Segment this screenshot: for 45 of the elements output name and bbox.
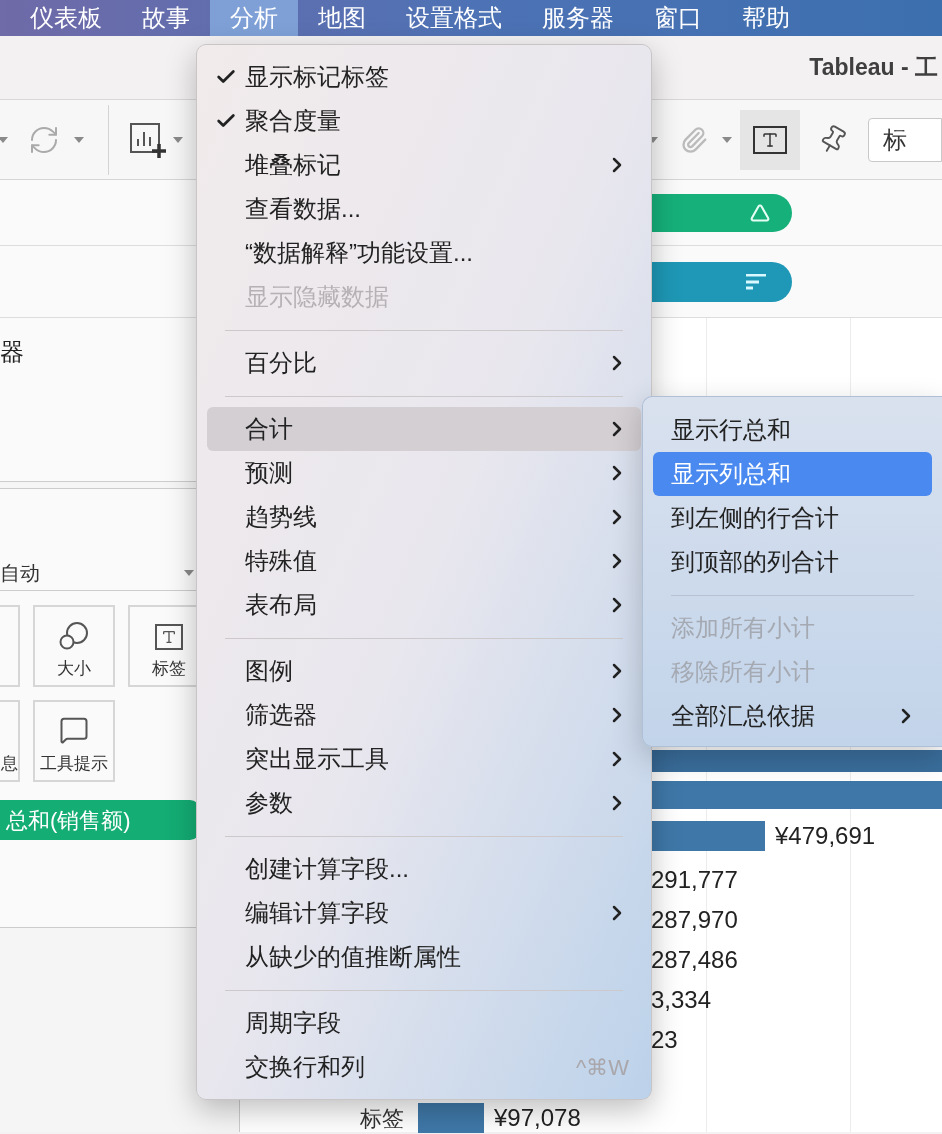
- bar-value: ¥97,078: [494, 1103, 581, 1133]
- mark-button[interactable]: 工具提示: [33, 700, 115, 782]
- menu-item[interactable]: 预测: [207, 451, 641, 495]
- menu-item[interactable]: 堆叠标记: [207, 143, 641, 187]
- menu-item[interactable]: 聚合度量: [207, 99, 641, 143]
- menu-item[interactable]: 显示标记标签: [207, 55, 641, 99]
- menu-item[interactable]: 表布局: [207, 583, 641, 627]
- menu-item[interactable]: 百分比: [207, 341, 641, 385]
- menu-bar-item[interactable]: 地图: [298, 0, 386, 36]
- bar-value: ¥479,691: [775, 821, 876, 851]
- row-header: 标签: [360, 1104, 404, 1133]
- menu-item[interactable]: 筛选器: [207, 693, 641, 737]
- card-text: 器: [0, 338, 24, 365]
- bar-value: 3,334: [651, 985, 712, 1015]
- menu-item[interactable]: 合计: [207, 407, 641, 451]
- menu-item[interactable]: 趋势线: [207, 495, 641, 539]
- menu-bar-item[interactable]: 仪表板: [10, 0, 122, 36]
- shortcut-text: ^⌘W: [575, 1053, 629, 1082]
- menu-bar-item[interactable]: 故事: [122, 0, 210, 36]
- menu-item[interactable]: 交换行和列 ^⌘W: [207, 1045, 641, 1089]
- menu-bar-item[interactable]: 服务器: [522, 0, 634, 36]
- menu-item[interactable]: 从缺少的值推断属性: [207, 935, 641, 979]
- bar-value: 291,777: [651, 865, 738, 895]
- menu-item[interactable]: 参数: [207, 781, 641, 825]
- menu-item[interactable]: 全部汇总依据: [653, 694, 932, 738]
- menu-item[interactable]: 创建计算字段...: [207, 847, 641, 891]
- menu-bar-item[interactable]: 窗口: [634, 0, 722, 36]
- window-title: Tableau - 工: [809, 53, 938, 83]
- menu-item[interactable]: 到左侧的行合计: [653, 496, 932, 540]
- bar-value: 287,970: [651, 905, 738, 935]
- dropdown-field[interactable]: 标: [868, 117, 942, 162]
- menu-item[interactable]: 图例: [207, 649, 641, 693]
- menu-item[interactable]: 突出显示工具: [207, 737, 641, 781]
- menu-item[interactable]: 显示行总和: [653, 408, 932, 452]
- menu-item[interactable]: 特殊值: [207, 539, 641, 583]
- menu-bar-item[interactable]: 帮助: [722, 0, 810, 36]
- mark-button[interactable]: 息: [0, 700, 20, 782]
- menu-item[interactable]: “数据解释”功能设置...: [207, 231, 641, 275]
- menu-item[interactable]: 编辑计算字段: [207, 891, 641, 935]
- menu-item[interactable]: 到顶部的列合计: [653, 540, 932, 584]
- bar-value: 23: [651, 1025, 678, 1055]
- menu-item[interactable]: 周期字段: [207, 1001, 641, 1045]
- menu-bar-item[interactable]: 设置格式: [386, 0, 522, 36]
- bar-value: 287,486: [651, 945, 738, 975]
- mark-button[interactable]: 大小: [33, 605, 115, 687]
